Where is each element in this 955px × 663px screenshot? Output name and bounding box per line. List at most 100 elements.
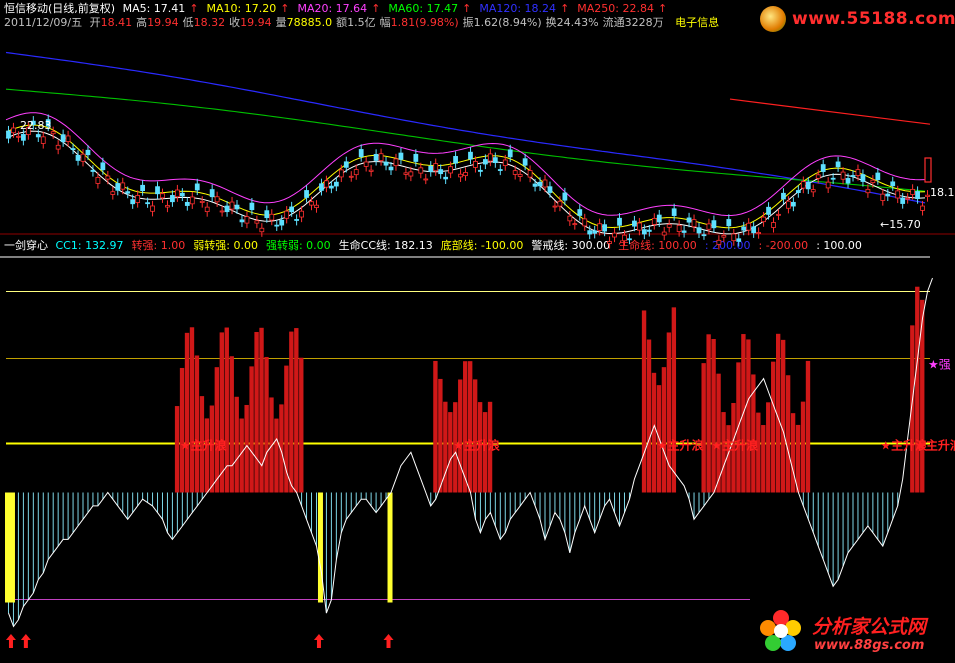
candle-body [189,196,195,205]
candle-body [229,201,235,210]
candle-body [766,206,771,215]
up-arrow-icon [20,634,31,648]
candle-body [433,163,439,172]
candle-body [890,181,896,187]
candle-body [522,158,528,166]
candle-body [781,192,786,200]
pos-bar [249,366,254,493]
pos-bar [443,401,448,493]
pos-bar [666,332,672,493]
pos-bar [219,332,224,493]
pos-bar [234,396,239,493]
candle-body [840,171,846,180]
candle-body [194,183,200,191]
candle-body [562,192,568,201]
candle-body [756,232,761,234]
candle-body [537,181,543,187]
pos-bar [463,361,468,493]
pos-bar [711,339,716,493]
candle-body [358,149,364,157]
candle-body [269,213,275,221]
ma250-line [729,98,931,125]
pos-bar [706,334,711,493]
candle-body [21,134,26,141]
candle-body [612,232,617,238]
pos-bar [254,331,259,493]
candle-body [95,176,101,184]
candle-body [348,175,354,178]
candle-body [219,210,225,213]
candle-body [850,175,856,177]
pos-bar [433,360,438,493]
candle-body [592,230,598,234]
low-mark: ←15.70 [880,218,921,231]
last-candle [924,157,932,183]
pos-bar [184,332,190,493]
candle-body [239,219,245,223]
pos-bar [468,361,473,493]
candle-body [184,202,190,206]
candle-body [497,169,503,171]
candle-body [641,229,647,235]
candle-body [130,199,136,205]
candle-body [373,153,379,161]
candle-body [50,131,56,135]
candle-body [622,234,627,242]
candle-body [820,164,826,172]
candle-body [438,169,444,175]
strong-signal: ★强 [928,358,951,372]
pos-bar [915,286,920,493]
candle-body [731,233,737,242]
candle-body [741,226,747,231]
candle-body [751,226,757,234]
brand-url: www.88gs.com [814,638,925,653]
candle-body [209,189,215,198]
pos-bar [920,299,925,493]
pos-bar [641,310,647,493]
candle-body [224,205,230,213]
candle-body [234,204,240,210]
candle-body [483,159,488,165]
candle-body [155,186,160,195]
candle-body [80,153,86,162]
candle-body [602,224,607,232]
signal-main-rise: ★主升浪 [453,438,500,453]
candle-body [319,183,324,191]
pos-bar [671,307,677,493]
pos-bar [229,356,234,493]
candle-body [656,214,662,223]
pos-bar [805,360,811,493]
candle-body [701,234,707,237]
pos-bar [448,412,453,493]
pos-bar [646,339,652,493]
candle-body [920,205,925,211]
candle-body [587,230,593,235]
candle-body [632,220,637,227]
up-arrow-icon [313,634,324,648]
candle-body [165,205,170,208]
candle-body [895,190,901,199]
candle-body [60,134,66,143]
candle-body [910,188,915,195]
pos-bar [179,367,185,493]
candle-body [651,217,657,225]
candle-body [16,135,21,138]
pos-bar [651,372,657,493]
candle-body [299,210,304,218]
candle-body [284,210,290,219]
candle-body [507,149,513,158]
candle-body [135,195,141,203]
candle-body [771,222,776,228]
candle-body [885,193,891,197]
candle-body [865,188,871,194]
yellow-bar [317,492,323,603]
candle-body [711,220,717,229]
candle-body [716,239,722,245]
candle-body [353,169,359,176]
pos-bar [289,331,294,493]
candle-body [35,134,41,138]
pos-bar [790,413,796,493]
candle-body [403,172,409,175]
pos-bar [771,361,776,493]
candle-body [627,238,632,241]
